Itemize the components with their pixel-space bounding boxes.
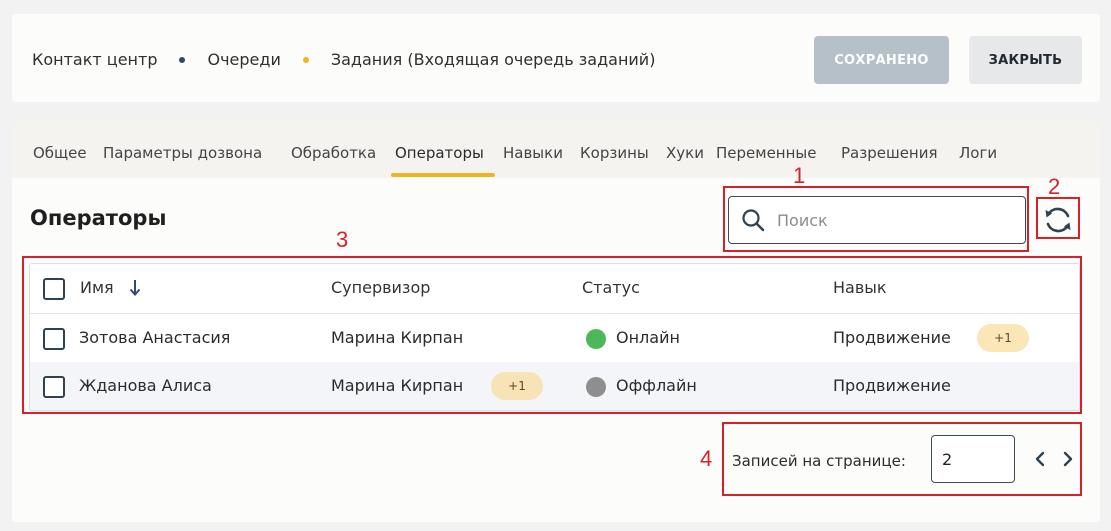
- annotation-number-4: 4: [700, 446, 713, 471]
- annotation-box-4: [722, 422, 1082, 496]
- breadcrumb-separator-dot: [179, 56, 186, 63]
- annotation-number-3: 3: [336, 227, 349, 252]
- tab-general[interactable]: Общее: [33, 144, 87, 162]
- breadcrumb-queues[interactable]: Очереди: [207, 50, 280, 69]
- tab-dial-params[interactable]: Параметры дозвона: [103, 144, 262, 162]
- breadcrumb-separator-dot: [302, 56, 309, 63]
- annotation-number-2: 2: [1048, 174, 1061, 199]
- annotation-box-3: [22, 256, 1082, 414]
- tab-variables[interactable]: Переменные: [716, 144, 817, 162]
- header-card: Контакт центр Очереди Задания (Входящая …: [12, 14, 1100, 102]
- annotation-number-1: 1: [793, 163, 806, 188]
- saved-button[interactable]: СОХРАНЕНО: [814, 36, 949, 84]
- tab-logs[interactable]: Логи: [959, 144, 997, 162]
- section-title: Операторы: [30, 206, 167, 230]
- breadcrumb-current: Задания (Входящая очередь заданий): [330, 50, 656, 69]
- tab-skills[interactable]: Навыки: [503, 144, 563, 162]
- close-button[interactable]: ЗАКРЫТЬ: [969, 36, 1082, 84]
- breadcrumb-contact-center[interactable]: Контакт центр: [32, 50, 157, 69]
- tabs-bar: Общее Параметры дозвона Обработка Операт…: [12, 122, 1100, 178]
- active-tab-indicator: [391, 173, 495, 177]
- tab-permissions[interactable]: Разрешения: [841, 144, 938, 162]
- tab-processing[interactable]: Обработка: [291, 144, 376, 162]
- tab-operators[interactable]: Операторы: [395, 144, 484, 162]
- tab-baskets[interactable]: Корзины: [580, 144, 649, 162]
- annotation-box-2: [1036, 197, 1080, 239]
- annotation-box-1: [723, 186, 1029, 252]
- tab-hooks[interactable]: Хуки: [666, 144, 704, 162]
- breadcrumb: Контакт центр Очереди Задания (Входящая …: [32, 50, 655, 69]
